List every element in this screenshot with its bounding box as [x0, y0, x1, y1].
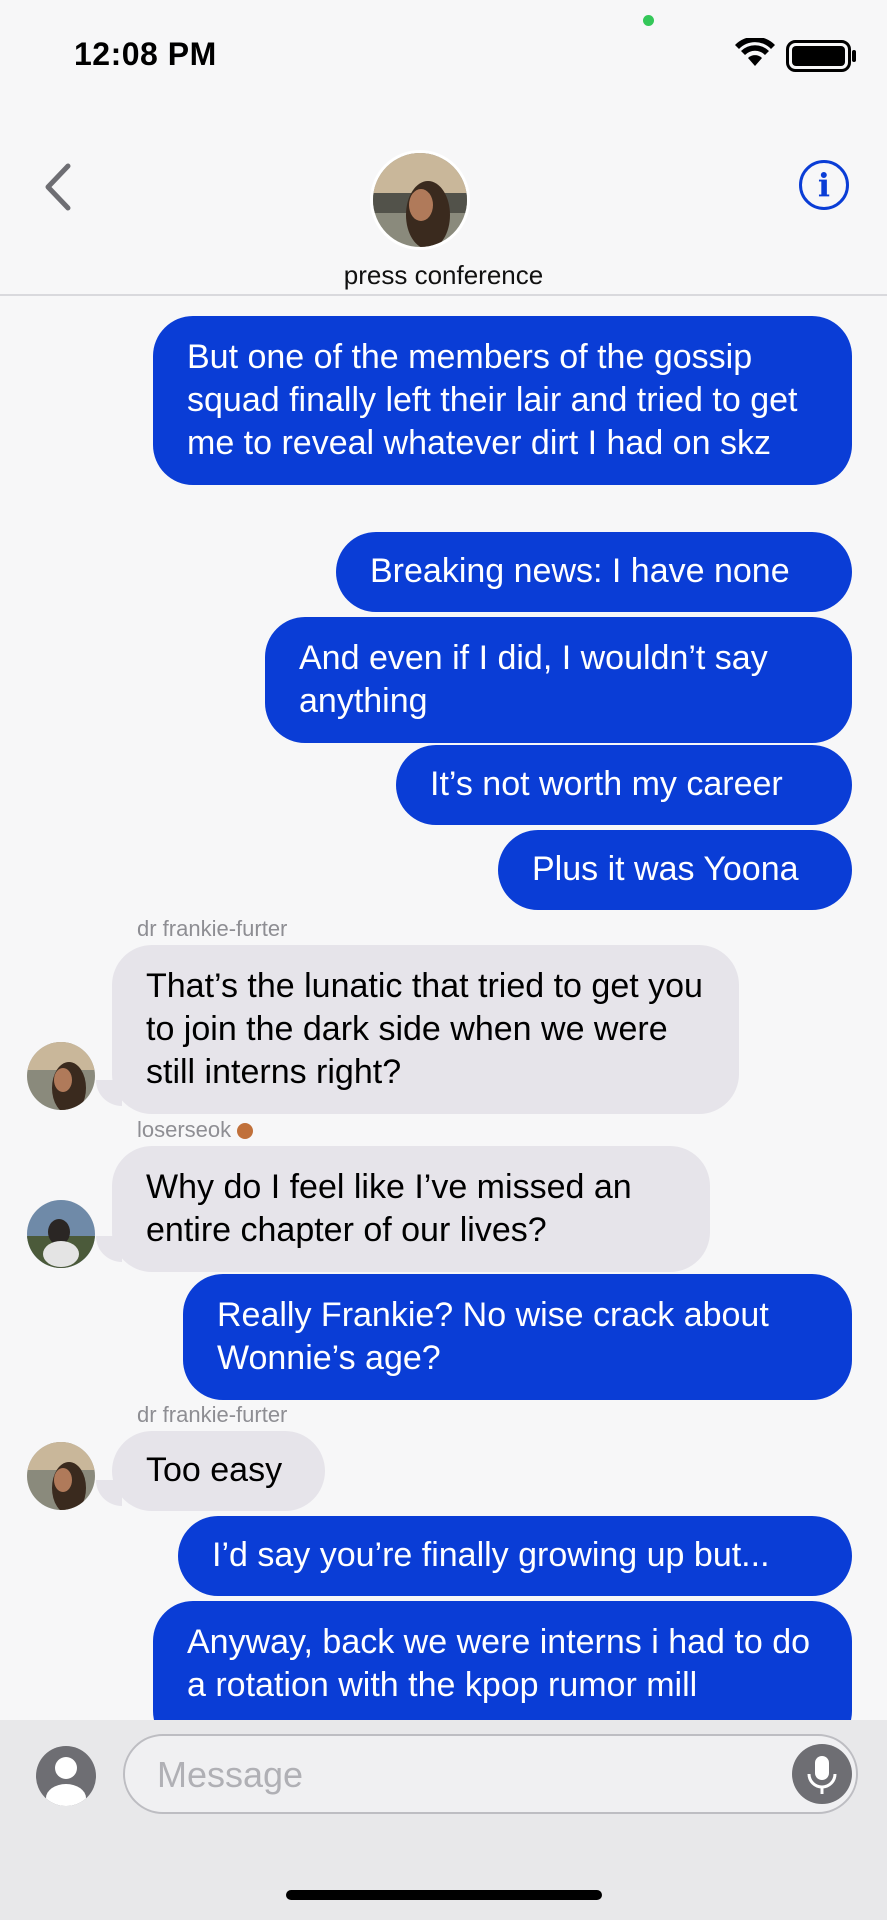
sender-avatar[interactable]: [27, 1042, 95, 1110]
group-avatars[interactable]: [370, 150, 526, 250]
message-bubble[interactable]: I’d say you’re finally growing up but...: [178, 1516, 852, 1596]
medal-icon: [237, 1123, 254, 1139]
sender-name: loserseok: [137, 1117, 254, 1143]
conversation-header: press conference i: [0, 110, 887, 296]
message-bubble[interactable]: Really Frankie? No wise crack about Wonn…: [183, 1274, 852, 1400]
profile-button[interactable]: [36, 1746, 96, 1806]
microphone-button[interactable]: [792, 1744, 852, 1804]
message-bubble[interactable]: And even if I did, I wouldn’t say anythi…: [265, 617, 852, 743]
message-bubble[interactable]: Breaking news: I have none: [336, 532, 852, 612]
back-button[interactable]: [40, 162, 76, 212]
message-bubble[interactable]: Plus it was Yoona: [498, 830, 852, 910]
status-time: 12:08 PM: [74, 36, 217, 72]
avatar-frankie: [370, 150, 470, 250]
privacy-indicator: [643, 15, 654, 26]
person-icon: [46, 1757, 86, 1806]
message-bubble[interactable]: That’s the lunatic that tried to get you…: [112, 945, 739, 1114]
message-bubble[interactable]: It’s not worth my career: [396, 745, 852, 825]
info-icon: i: [817, 166, 831, 204]
info-button[interactable]: i: [799, 160, 849, 210]
home-indicator[interactable]: [286, 1890, 602, 1900]
sender-name: dr frankie-furter: [137, 1402, 288, 1427]
group-name[interactable]: press conference: [0, 260, 887, 291]
message-placeholder: Message: [157, 1754, 304, 1795]
message-input[interactable]: Message: [123, 1734, 858, 1814]
battery-icon: [786, 40, 856, 72]
message-bubble[interactable]: Why do I feel like I’ve missed an entire…: [112, 1146, 710, 1272]
sender-avatar[interactable]: [27, 1200, 95, 1268]
microphone-icon: [807, 1756, 837, 1794]
message-bubble[interactable]: Anyway, back we were interns i had to do…: [153, 1601, 852, 1720]
sender-name: dr frankie-furter: [137, 916, 288, 941]
wifi-icon: [735, 38, 775, 66]
message-bubble[interactable]: Too easy: [112, 1431, 325, 1511]
message-thread[interactable]: But one of the members of the gossip squ…: [0, 300, 887, 1720]
message-bubble[interactable]: But one of the members of the gossip squ…: [153, 316, 852, 485]
status-bar: 12:08 PM: [0, 0, 887, 110]
sender-avatar[interactable]: [27, 1442, 95, 1510]
